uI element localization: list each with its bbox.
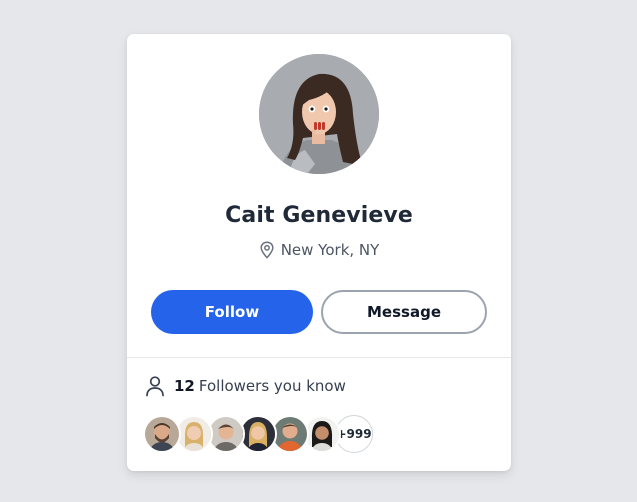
followers-count: 12 xyxy=(174,377,195,395)
profile-card: Cait Genevieve New York, NY Follow Messa… xyxy=(127,34,511,471)
profile-photo xyxy=(259,54,379,174)
follow-button[interactable]: Follow xyxy=(151,290,313,334)
profile-name: Cait Genevieve xyxy=(225,203,413,228)
follower-avatars: +999 xyxy=(143,415,373,453)
location-text: New York, NY xyxy=(280,241,380,259)
followers-text: 12 Followers you know xyxy=(174,377,346,395)
follower-avatar[interactable] xyxy=(143,415,181,453)
profile-location: New York, NY xyxy=(127,241,511,259)
mutual-followers: 12 Followers you know xyxy=(145,375,346,397)
followers-label: Followers you know xyxy=(198,377,346,395)
message-button[interactable]: Message xyxy=(321,290,487,334)
profile-avatar xyxy=(259,54,379,174)
map-pin-icon xyxy=(259,241,275,259)
user-icon xyxy=(145,375,165,397)
divider xyxy=(127,357,511,358)
